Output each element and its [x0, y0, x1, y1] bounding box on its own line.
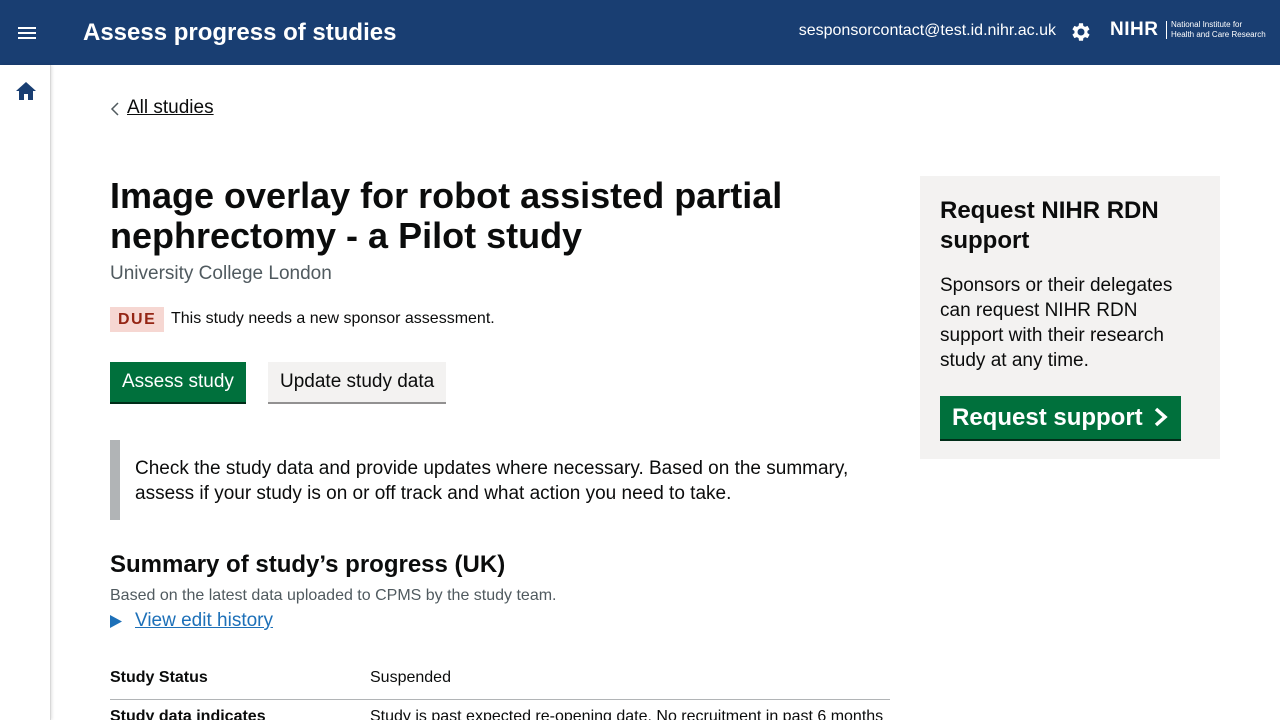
nihr-logo[interactable]: NIHR National Institute for Health and Ca… [1110, 19, 1270, 41]
summary-row-key: Study data indicates [110, 708, 266, 720]
status-badge: DUE [110, 307, 165, 332]
view-edit-history-link[interactable]: View edit history [135, 610, 273, 632]
page-title: Image overlay for robot assisted partial… [110, 175, 783, 256]
summary-heading: Summary of study’s progress (UK) [110, 551, 506, 578]
side-rail [0, 65, 51, 720]
support-panel-heading: Request NIHR RDN support [940, 197, 1159, 254]
triangle-right-icon [110, 615, 122, 628]
support-panel-body: Sponsors or their delegates can request … [940, 275, 1173, 371]
home-icon[interactable] [15, 81, 37, 101]
back-link-text[interactable]: All studies [127, 97, 214, 119]
request-support-label: Request support [952, 404, 1143, 431]
user-email: sesponsorcontact@test.id.nihr.ac.uk [798, 22, 1056, 39]
logo-wordmark: NIHR [1110, 19, 1159, 40]
summary-subtext: Based on the latest data uploaded to CPM… [110, 587, 557, 604]
assess-study-button[interactable]: Assess study [110, 362, 246, 402]
support-panel: Request NIHR RDN support Sponsors or the… [920, 176, 1220, 459]
summary-row-value: Study is past expected re-opening date. … [370, 708, 884, 720]
organisation-caption: University College London [110, 263, 332, 284]
chevron-left-icon [110, 102, 119, 116]
request-support-button[interactable]: Request support [940, 396, 1181, 439]
summary-row: Study Status Suspended [110, 669, 890, 700]
inset-text: Check the study data and provide updates… [110, 440, 890, 520]
status-message: This study needs a new sponsor assessmen… [171, 310, 495, 327]
summary-row-key: Study Status [110, 669, 208, 686]
logo-divider [1166, 21, 1167, 39]
logo-subtext: National Institute for Health and Care Re… [1171, 20, 1266, 39]
update-study-data-button[interactable]: Update study data [268, 362, 447, 402]
top-header: Assess progress of studies sesponsorcont… [0, 0, 1280, 65]
summary-row-value: Suspended [370, 669, 451, 686]
summary-row: Study data indicates Study is past expec… [110, 708, 890, 720]
gear-icon[interactable] [1069, 20, 1093, 44]
menu-icon[interactable] [14, 21, 40, 45]
app-title: Assess progress of studies [83, 19, 397, 46]
chevron-right-icon [1154, 407, 1168, 427]
